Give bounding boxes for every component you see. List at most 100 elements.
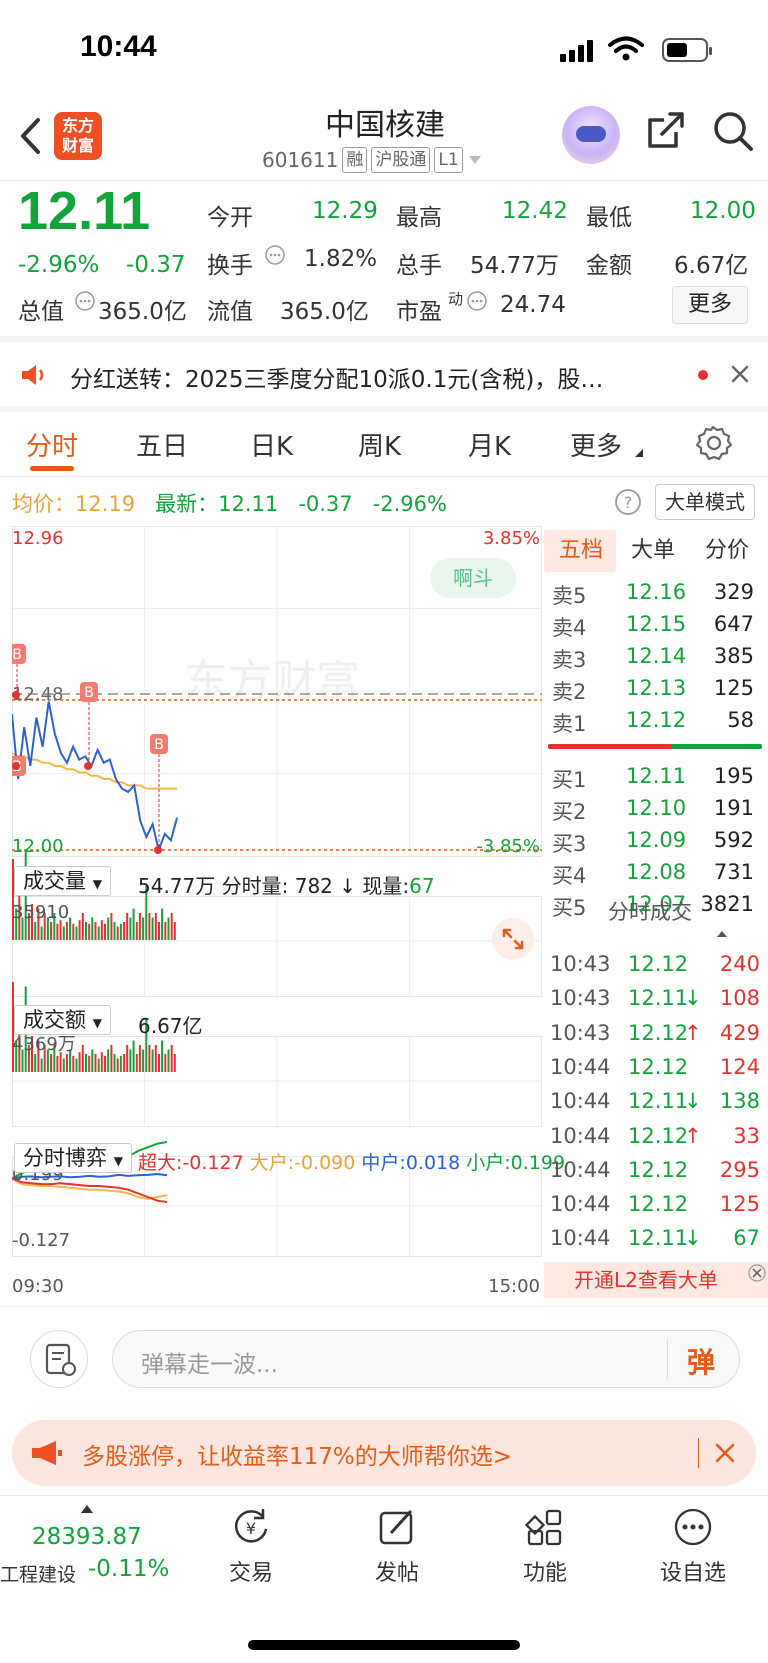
game-label: 分时博弈 [23, 1146, 107, 1170]
volume-max-label: 35910 [12, 902, 69, 923]
dividend-notice[interactable]: 分红送转：2025三季度分配10派0.1元(含税)，股… [0, 342, 768, 406]
order-volume: 647 [713, 612, 754, 636]
ask-row[interactable]: 卖5 12.16 329 [552, 578, 764, 610]
amount-bar [50, 1054, 53, 1072]
amount-bar [161, 1040, 164, 1072]
unread-dot [698, 370, 708, 380]
open-label: 今开 [207, 205, 253, 231]
ask-row[interactable]: 卖3 12.14 385 [552, 642, 764, 674]
info-dots-icon[interactable] [264, 244, 286, 266]
trade-volume: 124 [719, 1054, 760, 1079]
game-indicator-select[interactable]: 分时博弈 ▼ [14, 1143, 132, 1173]
info-dots-icon[interactable] [74, 290, 96, 312]
close-icon[interactable] [730, 364, 750, 384]
volume-bar [69, 917, 72, 940]
tab-five-day[interactable]: 五日 [136, 426, 188, 463]
order-price: 12.16 [626, 580, 687, 604]
order-volume: 592 [713, 828, 754, 852]
order-volume: 195 [713, 764, 754, 788]
search-icon[interactable] [712, 110, 754, 152]
trade-row[interactable]: 10:44 12.12 ↑ 33 [550, 1122, 764, 1156]
trade-row[interactable]: 10:43 12.11 ↓ 108 [550, 984, 764, 1018]
robot-assistant-avatar[interactable] [562, 106, 620, 164]
bubble-text[interactable]: 啊斗 [453, 566, 493, 590]
index-name[interactable]: 工程建设 [0, 1560, 76, 1587]
amount-bar [158, 1054, 160, 1072]
back-icon[interactable] [18, 116, 42, 156]
promo-banner[interactable]: 多股涨停，让收益率117%的大师帮你选> [12, 1420, 756, 1486]
trade-row[interactable]: 10:44 12.12 295 [550, 1156, 764, 1190]
tab-weekly-k[interactable]: 周K [358, 426, 401, 463]
ask-row[interactable]: 卖4 12.15 647 [552, 610, 764, 642]
comment-list-button[interactable] [30, 1330, 88, 1388]
order-level-label: 买1 [552, 768, 587, 792]
share-icon[interactable] [646, 110, 686, 150]
price-info-line: 均价：12.19 最新：12.11 -0.37 -2.96% [12, 488, 447, 518]
trade-row[interactable]: 10:43 12.12 ↑ 429 [550, 1019, 764, 1053]
low-label: 最低 [586, 205, 632, 231]
trade-row[interactable]: 10:44 12.11 ↓ 67 [550, 1224, 764, 1258]
amount-bar [138, 1045, 141, 1072]
bid-row[interactable]: 买1 12.11 195 [552, 762, 764, 794]
buy-marker-dot [154, 846, 162, 854]
trade-row[interactable]: 10:44 12.12 124 [550, 1053, 764, 1087]
nav-trade[interactable]: ¥ 交易 [196, 1505, 306, 1587]
nav-functions[interactable]: 功能 [490, 1505, 600, 1587]
help-icon[interactable]: ? [614, 488, 642, 516]
nav-post[interactable]: 发帖 [342, 1505, 452, 1587]
document-icon [45, 1343, 76, 1376]
tab-more[interactable]: 更多 [570, 426, 622, 463]
trade-arrow: ↓ [684, 986, 702, 1011]
volume-bar [110, 913, 113, 940]
volume-bar [100, 920, 103, 940]
tab-monthly-k[interactable]: 月K [468, 426, 511, 463]
open-l2-banner[interactable]: 开通L2查看大单 [544, 1262, 768, 1298]
stock-code-line[interactable]: 601611 融 沪股通 L1 [262, 147, 483, 173]
trade-row[interactable]: 10:43 12.12 240 [550, 950, 764, 984]
caret-up-icon[interactable] [80, 1504, 94, 1514]
bid-row[interactable]: 买3 12.09 592 [552, 826, 764, 858]
order-level-label: 买3 [552, 832, 587, 856]
stock-name[interactable]: 中国核建 [260, 100, 510, 144]
ask-row[interactable]: 卖2 12.13 125 [552, 674, 764, 706]
active-tab-indicator [30, 466, 74, 471]
big-order-mode-button[interactable]: 大单模式 [655, 484, 755, 520]
settings-gear-icon[interactable] [694, 424, 732, 462]
volume-bar [113, 922, 116, 940]
amount-indicator-select[interactable]: 成交额 ▼ [14, 1005, 111, 1035]
expand-chart-button[interactable] [492, 918, 534, 960]
side-tab-big-order[interactable]: 大单 [620, 530, 686, 572]
amount-bar [173, 1054, 176, 1072]
volume-indicator-select[interactable]: 成交量 ▼ [14, 866, 111, 896]
close-icon[interactable] [714, 1442, 736, 1464]
trades-title[interactable]: 分时成交 [608, 896, 692, 926]
trade-price: 12.11 [628, 986, 689, 1011]
trade-row[interactable]: 10:44 12.12 125 [550, 1190, 764, 1224]
dropdown-caret-icon [468, 156, 481, 164]
ask-row[interactable]: 卖1 12.12 58 [552, 706, 764, 738]
info-dots-icon[interactable] [466, 290, 488, 312]
tick-volume-label: 分时量: [221, 874, 289, 898]
bid-row[interactable]: 买2 12.10 191 [552, 794, 764, 826]
tab-intraday[interactable]: 分时 [26, 426, 78, 463]
amount-bar [97, 1058, 100, 1072]
side-tab-price-dist[interactable]: 分价 [694, 530, 760, 572]
danmaku-send-button[interactable]: 弹 [687, 1341, 715, 1381]
intraday-chart[interactable]: 东方财富 啊斗 12.96 3.85% 12.48 12.00 -3.85% B… [12, 526, 542, 1296]
low-value: 12.00 [690, 198, 756, 224]
more-dots-icon [674, 1508, 712, 1546]
nav-watchlist[interactable]: 设自选 [638, 1505, 748, 1587]
side-tab-level5[interactable]: 五档 [548, 530, 614, 572]
trade-row[interactable]: 10:44 12.11 ↓ 138 [550, 1087, 764, 1121]
index-change[interactable]: -0.11% [88, 1556, 169, 1582]
nav-post-label: 发帖 [374, 1561, 419, 1586]
close-icon[interactable] [748, 1264, 766, 1282]
more-quote-button[interactable]: 更多 [672, 286, 748, 324]
danmaku-input[interactable]: 弹幕走一波... 弹 [112, 1330, 740, 1388]
volume-bar [135, 922, 138, 940]
bid-row[interactable]: 买4 12.08 731 [552, 858, 764, 890]
volume-summary: 54.77万 分时量: 782 ↓ 现量:67 [138, 874, 435, 898]
home-indicator [248, 1640, 520, 1650]
index-value[interactable]: 28393.87 [32, 1524, 142, 1550]
tab-daily-k[interactable]: 日K [250, 426, 293, 463]
